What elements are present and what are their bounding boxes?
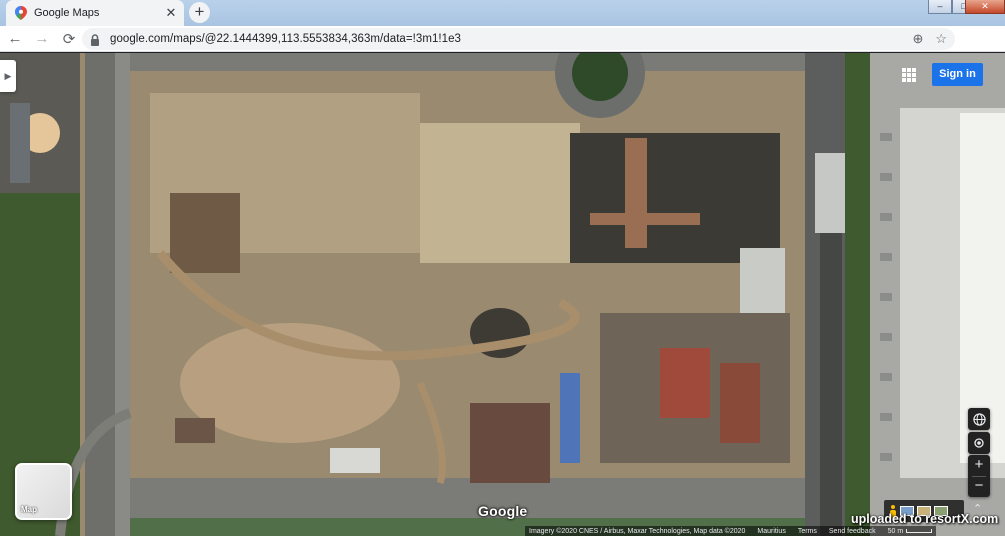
add-to-reading-icon[interactable]: ⊕ xyxy=(912,31,923,47)
globe-icon[interactable] xyxy=(968,408,990,430)
close-tab-icon[interactable]: ✕ xyxy=(164,5,178,21)
back-button[interactable]: ← xyxy=(3,27,27,51)
zoom-in-button[interactable]: + xyxy=(968,455,990,476)
footer-link-feedback[interactable]: Send feedback xyxy=(829,528,876,535)
my-location-icon[interactable] xyxy=(968,432,990,454)
footer-link-terms[interactable]: Terms xyxy=(798,528,817,535)
title-bar: Google Maps ✕ + – □ ✕ xyxy=(0,0,1005,26)
tab-title: Google Maps xyxy=(34,7,100,19)
tab-google-maps[interactable]: Google Maps ✕ xyxy=(6,0,184,26)
satellite-imagery xyxy=(0,53,1005,536)
google-logo: Google xyxy=(478,503,528,519)
browser-toolbar: ← → ⟳ google.com/maps/@22.1444399,113.55… xyxy=(0,26,1005,73)
close-window-button[interactable]: ✕ xyxy=(965,0,1005,14)
apps-grid-icon[interactable] xyxy=(902,68,916,82)
map-footer: Imagery ©2020 CNES / Airbus, Maxar Techn… xyxy=(525,526,937,536)
attribution-text: Imagery ©2020 CNES / Airbus, Maxar Techn… xyxy=(529,527,746,535)
footer-link-mauritius[interactable]: Mauritius xyxy=(757,528,785,535)
reload-button[interactable]: ⟳ xyxy=(57,27,81,51)
address-bar[interactable]: google.com/maps/@22.1444399,113.5553834,… xyxy=(82,28,955,50)
google-maps-pin-icon xyxy=(15,6,27,20)
minimize-button[interactable]: – xyxy=(928,0,952,14)
star-icon[interactable]: ☆ xyxy=(935,31,947,47)
scale-indicator[interactable]: 50 m xyxy=(888,528,933,535)
forward-button[interactable]: → xyxy=(30,27,54,51)
url-text: google.com/maps/@22.1444399,113.5553834,… xyxy=(110,33,461,45)
zoom-controls: + − xyxy=(968,455,990,497)
watermark-text: uploaded to resortX.com xyxy=(851,512,999,526)
map-layer-toggle[interactable]: Map xyxy=(15,463,72,520)
new-tab-button[interactable]: + xyxy=(189,2,210,23)
lock-icon xyxy=(90,33,102,46)
satellite-map[interactable]: ▶ Sign in + − Map Google ⌃ Imagery ©2020… xyxy=(0,53,1005,536)
sign-in-button[interactable]: Sign in xyxy=(932,63,983,86)
side-panel-toggle[interactable]: ▶ xyxy=(0,60,16,92)
zoom-out-button[interactable]: − xyxy=(968,476,990,497)
map-layer-label: Map xyxy=(21,505,37,514)
